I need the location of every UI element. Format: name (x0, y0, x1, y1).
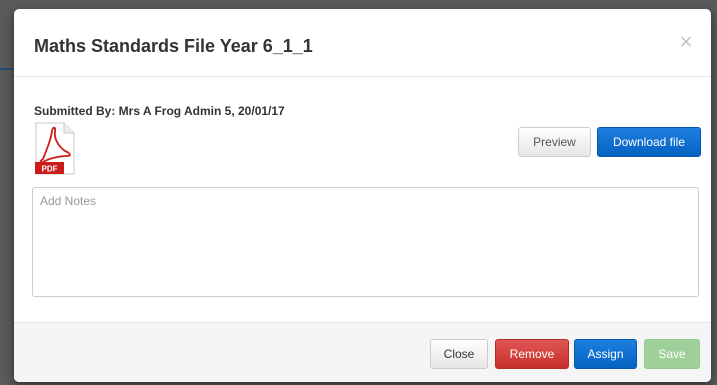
modal-footer: Close Remove Assign Save (14, 322, 711, 382)
backdrop-nav-edge (0, 68, 14, 70)
pdf-icon-label: PDF (42, 165, 58, 174)
pdf-file-icon[interactable]: PDF (34, 122, 76, 176)
assign-button[interactable]: Assign (574, 339, 637, 369)
file-modal: Maths Standards File Year 6_1_1 × Submit… (14, 9, 711, 382)
notes-input[interactable] (32, 187, 699, 297)
modal-title: Maths Standards File Year 6_1_1 (34, 36, 313, 56)
modal-body: Submitted By: Mrs A Frog Admin 5, 20/01/… (14, 77, 711, 322)
modal-header: Maths Standards File Year 6_1_1 × (14, 9, 711, 77)
preview-button[interactable]: Preview (518, 127, 591, 157)
save-button[interactable]: Save (644, 339, 700, 369)
download-file-button[interactable]: Download file (597, 127, 701, 157)
submitted-by-text: Submitted By: Mrs A Frog Admin 5, 20/01/… (34, 104, 285, 118)
close-icon[interactable]: × (675, 31, 697, 53)
remove-button[interactable]: Remove (495, 339, 569, 369)
close-button[interactable]: Close (430, 339, 488, 369)
